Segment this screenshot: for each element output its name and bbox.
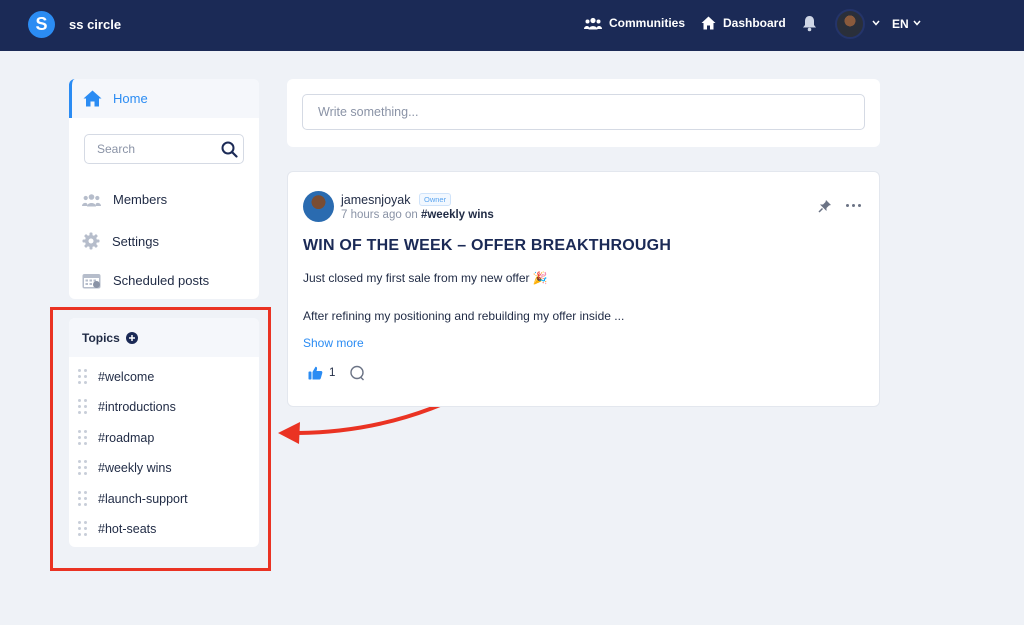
language-chevron-down-icon[interactable] (913, 20, 921, 26)
post-meta-on: on (404, 209, 418, 221)
sidebar-item-label: Scheduled posts (113, 273, 210, 288)
home-icon (701, 16, 716, 30)
owner-badge: Owner (419, 193, 452, 206)
like-count: 1 (329, 367, 336, 379)
nav-communities-label: Communities (609, 16, 686, 30)
communities-icon (584, 17, 602, 29)
show-more-link[interactable]: Show more (303, 336, 364, 350)
logo-icon[interactable]: S (28, 11, 55, 38)
sidebar-item-label: Home (113, 91, 148, 106)
sidebar-item-members[interactable]: Members (82, 192, 167, 207)
post-body-line: Just closed my first sale from my new of… (303, 271, 548, 285)
sidebar-item-label: Members (113, 192, 168, 207)
nav-dashboard[interactable]: Dashboard (701, 16, 786, 30)
author-name[interactable]: jamesnjoyak (341, 193, 410, 207)
more-options-icon[interactable] (846, 204, 861, 207)
nav-dashboard-label: Dashboard (723, 16, 786, 30)
highlight-box (50, 307, 271, 571)
sidebar-item-home[interactable]: Home (69, 79, 259, 118)
author-avatar[interactable] (303, 191, 334, 222)
sidebar-item-label: Settings (112, 233, 159, 249)
sidebar-search[interactable] (84, 134, 244, 164)
compose-card (287, 79, 880, 147)
chevron-down-icon[interactable] (872, 20, 880, 26)
top-navbar: S ss circle Communities Dashboard EN (0, 0, 1024, 51)
language-selector[interactable]: EN (892, 17, 909, 31)
like-icon[interactable] (308, 366, 323, 380)
compose-input[interactable] (302, 94, 865, 130)
members-icon (82, 193, 101, 206)
pin-icon[interactable] (818, 199, 832, 213)
calendar-icon (82, 274, 101, 289)
post-meta: 7 hours ago on #weekly wins (341, 209, 494, 221)
post-card: jamesnjoyak Owner 7 hours ago on #weekly… (287, 171, 880, 407)
user-avatar[interactable] (835, 9, 865, 39)
post-body-line: After refining my positioning and rebuil… (303, 309, 625, 323)
gear-icon (82, 232, 100, 250)
search-input[interactable] (97, 142, 217, 156)
post-topic-link[interactable]: #weekly wins (421, 209, 494, 221)
post-time: 7 hours ago (341, 209, 402, 221)
nav-communities[interactable]: Communities (584, 16, 685, 30)
sidebar-item-scheduled-posts[interactable]: Scheduled posts (82, 272, 209, 289)
bell-icon[interactable] (802, 15, 817, 32)
post-title[interactable]: WIN OF THE WEEK – OFFER BREAKTHROUGH (303, 237, 671, 255)
search-icon[interactable] (221, 141, 238, 158)
sidebar-nav: Home Members S (69, 79, 259, 299)
community-name[interactable]: ss circle (69, 17, 121, 32)
sidebar-item-settings[interactable]: Settings (82, 232, 159, 250)
post-reactions: 1 (308, 365, 365, 381)
comment-icon[interactable] (349, 365, 365, 381)
home-icon (83, 90, 102, 107)
